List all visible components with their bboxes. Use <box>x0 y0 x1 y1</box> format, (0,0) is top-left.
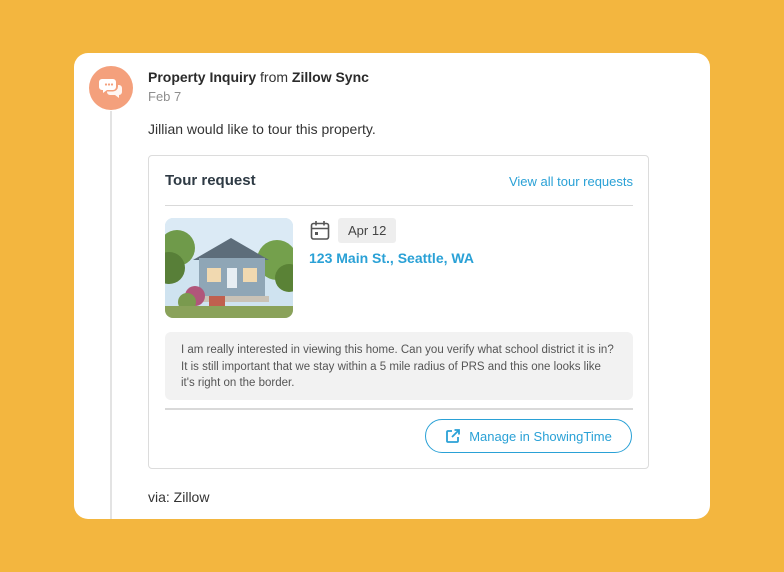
avatar <box>89 66 133 110</box>
chat-bubbles-icon <box>99 79 122 98</box>
message-date: Feb 7 <box>148 89 182 104</box>
tour-request-header: Tour request View all tour requests <box>165 172 633 206</box>
inquiry-type: Property Inquiry <box>148 69 257 85</box>
tour-request-card: Tour request View all tour requests Apr … <box>148 155 649 469</box>
message-card: Property Inquiry from Zillow Sync Feb 7 … <box>74 53 710 519</box>
property-address-link[interactable]: 123 Main St., Seattle, WA <box>309 250 474 266</box>
calendar-icon <box>310 221 330 240</box>
timeline-line <box>110 111 112 519</box>
divider <box>165 408 633 410</box>
sender-name: Zillow Sync <box>291 69 369 85</box>
from-word: from <box>260 69 289 85</box>
view-all-tour-requests-link[interactable]: View all tour requests <box>509 174 633 189</box>
message-header: Property Inquiry from Zillow Sync Feb 7 <box>148 68 369 106</box>
property-photo[interactable] <box>165 218 293 318</box>
via-source: via: Zillow <box>148 489 210 505</box>
message-title: Property Inquiry from Zillow Sync <box>148 68 369 86</box>
tour-date-chip: Apr 12 <box>338 218 397 243</box>
tour-request-title: Tour request <box>165 172 256 189</box>
message-text: Jillian would like to tour this property… <box>148 121 376 137</box>
inquiry-note: I am really interested in viewing this h… <box>165 332 633 400</box>
manage-button-label: Manage in ShowingTime <box>469 428 612 444</box>
external-link-icon <box>446 429 461 443</box>
manage-in-showingtime-button[interactable]: Manage in ShowingTime <box>425 419 632 453</box>
